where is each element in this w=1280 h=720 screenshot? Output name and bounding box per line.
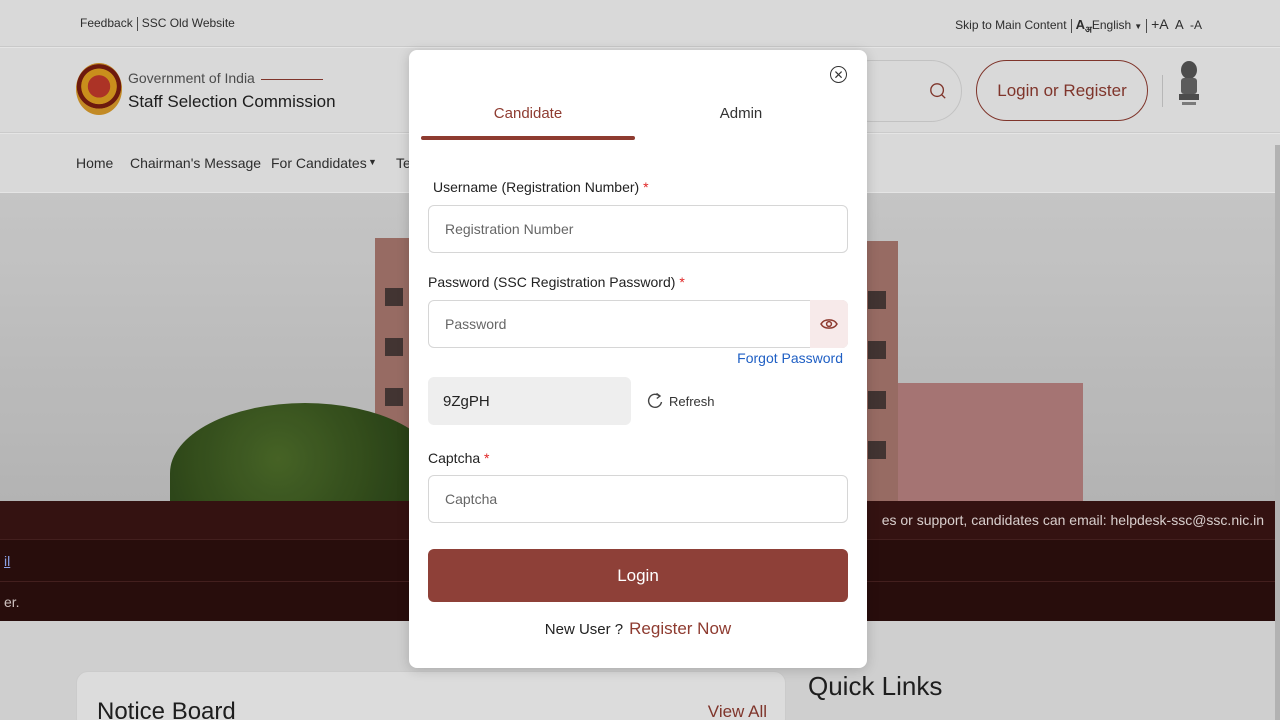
captcha-label-text: Captcha	[428, 450, 481, 466]
close-icon[interactable]: ✕	[830, 66, 847, 83]
new-user-text: New User ?	[544, 621, 624, 638]
captcha-label: Captcha *	[428, 450, 490, 466]
login-button[interactable]: Login	[428, 549, 848, 602]
login-modal: ✕ Candidate Admin Username (Registration…	[409, 50, 867, 668]
username-label: Username (Registration Number) *	[433, 179, 649, 195]
refresh-captcha-button[interactable]: Refresh	[647, 392, 715, 410]
required-marker: *	[643, 179, 649, 195]
refresh-label: Refresh	[669, 393, 715, 409]
captcha-placeholder: Captcha	[445, 491, 498, 507]
username-input[interactable]: Registration Number	[428, 205, 848, 253]
password-label-text: Password (SSC Registration Password)	[428, 274, 676, 290]
tab-admin[interactable]: Admin	[635, 105, 847, 122]
tab-candidate[interactable]: Candidate	[421, 105, 635, 122]
eye-icon	[820, 319, 838, 329]
new-user-row: New User ? Register Now	[409, 619, 867, 639]
username-placeholder: Registration Number	[445, 221, 574, 237]
required-marker: *	[679, 274, 685, 290]
password-label: Password (SSC Registration Password) *	[428, 274, 685, 290]
required-marker: *	[484, 450, 490, 466]
show-password-button[interactable]	[810, 300, 848, 348]
refresh-icon	[647, 392, 663, 408]
username-label-text: Username (Registration Number)	[433, 179, 640, 195]
captcha-image: 9ZgPH	[428, 377, 631, 425]
password-placeholder: Password	[445, 316, 507, 332]
forgot-password-link[interactable]: Forgot Password	[737, 350, 843, 366]
password-input[interactable]: Password	[428, 300, 848, 348]
captcha-input[interactable]: Captcha	[428, 475, 848, 523]
register-now-link[interactable]: Register Now	[629, 619, 731, 638]
active-tab-indicator	[421, 136, 635, 140]
